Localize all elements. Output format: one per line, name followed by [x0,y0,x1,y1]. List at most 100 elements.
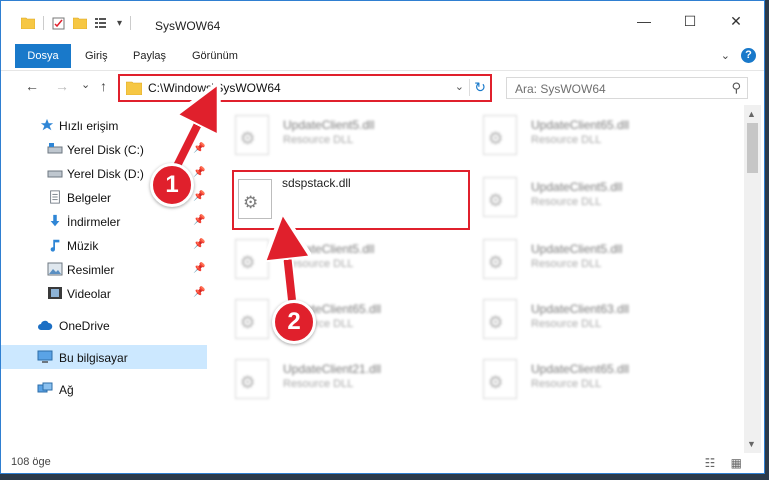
address-dropdown-icon[interactable]: ⌄ [455,80,464,93]
music-icon [50,239,60,252]
tab-view[interactable]: Görünüm [192,44,238,68]
minimize-button[interactable]: — [621,13,667,35]
file-item[interactable]: ⚙ UpdateClient65.dll Resource DLL [461,108,691,158]
gear-icon: ⚙ [488,373,504,392]
pictures-icon [47,262,63,276]
toolbar-separator [43,16,44,30]
sidebar-item-label: Belgeler [67,191,112,205]
file-type: Resource DLL [283,134,354,146]
dll-file-icon: ⚙ [235,115,269,155]
sidebar-item-music[interactable]: Müzik 📌 [1,233,207,257]
file-item[interactable]: ⚙ UpdateClient5.dll Resource DLL [461,232,691,282]
sidebar-item-label: Yerel Disk (C:) [67,143,144,157]
dll-file-icon: ⚙ [483,299,517,339]
file-item[interactable]: ⚙ UpdateClient65.dll Resource DLL [213,292,443,342]
close-button[interactable]: ✕ [713,13,759,35]
file-item[interactable]: ⚙ UpdateClient5.dll Resource DLL [213,232,443,282]
help-icon[interactable]: ? [741,48,756,63]
customize-icon[interactable] [95,17,109,29]
gear-icon: ⚙ [488,313,504,332]
scroll-down-icon[interactable]: ▼ [747,439,756,449]
file-type: Resource DLL [531,258,602,270]
gear-icon: ⚙ [488,253,504,272]
file-item-sdspstack[interactable]: ⚙ sdspstack.dll [232,170,470,230]
properties-icon[interactable] [52,17,65,30]
file-item[interactable]: ⚙ UpdateClient65.dll Resource DLL [461,352,691,402]
sidebar-item-label: Müzik [67,239,99,253]
file-item[interactable]: ⚙ UpdateClient63.dll Resource DLL [461,292,691,342]
search-input[interactable]: Ara: SysWOW64 ⚲ [506,77,748,99]
gear-icon: ⚙ [243,193,259,212]
pin-icon: 📌 [193,215,206,226]
sidebar-item-label: Yerel Disk (D:) [67,167,144,181]
download-icon [50,214,60,227]
window-title: SysWOW64 [155,19,221,33]
maximize-button[interactable]: ☐ [667,13,713,35]
tab-file[interactable]: Dosya [15,44,71,68]
sidebar-item-network[interactable]: Ağ [1,377,207,401]
dll-file-icon: ⚙ [235,299,269,339]
pin-icon: 📌 [193,167,206,178]
pin-icon: 📌 [193,263,206,274]
scroll-up-icon[interactable]: ▲ [747,109,756,119]
file-item[interactable]: ⚙ UpdateClient21.dll Resource DLL [213,352,443,402]
sidebar-item-quick-access[interactable]: Hızlı erişim [1,113,207,137]
sidebar-item-local-disk-c[interactable]: Yerel Disk (C:) 📌 [1,137,207,161]
gear-icon: ⚙ [240,253,256,272]
forward-button[interactable]: → [55,78,69,94]
item-count: 108 öge [11,456,51,468]
dll-file-icon: ⚙ [238,179,272,219]
sidebar-item-pictures[interactable]: Resimler 📌 [1,257,207,281]
sidebar-item-this-pc[interactable]: Bu bilgisayar [1,345,207,369]
tab-home[interactable]: Giriş [85,44,108,68]
file-name: UpdateClient5.dll [283,118,375,132]
address-bar[interactable]: C:\Windows\SysWOW64 ⌄ ↻ [118,74,492,102]
sidebar-item-label: Videolar [67,287,111,301]
star-icon [40,118,54,131]
refresh-icon[interactable]: ↻ [469,79,486,96]
dll-file-icon: ⚙ [483,177,517,217]
dll-file-icon: ⚙ [235,359,269,399]
recent-locations-button[interactable]: ⌄ [81,78,90,91]
address-path[interactable]: C:\Windows\SysWOW64 [148,81,281,95]
file-name: sdspstack.dll [282,176,351,190]
file-name: UpdateClient65.dll [531,362,630,376]
cloud-icon [38,320,53,330]
status-bar: 108 öge ☷ ▦ [1,453,764,473]
file-item[interactable]: ⚙ UpdateClient5.dll Resource DLL [213,108,443,158]
gear-icon: ⚙ [488,129,504,148]
step-badge-2: 2 [272,300,316,344]
dll-file-icon: ⚙ [235,239,269,279]
title-bar: ▾ SysWOW64 — ☐ ✕ [1,1,764,41]
file-name: UpdateClient21.dll [283,362,382,376]
gear-icon: ⚙ [240,313,256,332]
dll-file-icon: ⚙ [483,115,517,155]
dll-file-icon: ⚙ [483,239,517,279]
documents-icon [50,190,60,204]
file-type: Resource DLL [283,378,354,390]
toolbar-dropdown-icon[interactable]: ▾ [117,18,122,29]
folder-icon [21,17,35,29]
back-button[interactable]: ← [25,78,39,94]
search-icon[interactable]: ⚲ [731,80,741,96]
file-name: UpdateClient65.dll [531,118,630,132]
view-toggle-icons[interactable]: ☷ ▦ [705,456,748,470]
file-type: Resource DLL [531,318,602,330]
tab-share[interactable]: Paylaş [133,44,166,68]
sidebar-item-videos[interactable]: Videolar 📌 [1,281,207,305]
sidebar-item-label: Hızlı erişim [59,119,119,133]
new-folder-icon[interactable] [73,17,87,29]
vertical-scrollbar[interactable]: ▲ ▼ [744,105,761,453]
sidebar-item-label: OneDrive [59,319,110,333]
up-button[interactable]: ↑ [100,78,107,94]
file-explorer-window: ▾ SysWOW64 — ☐ ✕ Dosya Giriş Paylaş Görü… [0,0,765,474]
videos-icon [48,287,62,299]
scroll-thumb[interactable] [747,123,758,173]
sidebar-item-onedrive[interactable]: OneDrive [1,313,207,337]
sidebar-item-downloads[interactable]: İndirmeler 📌 [1,209,207,233]
drive-icon [47,143,63,154]
file-item[interactable]: ⚙ UpdateClient5.dll Resource DLL [461,170,691,220]
file-type: Resource DLL [283,258,354,270]
expand-ribbon-icon[interactable]: ⌄ [721,49,730,62]
file-name: UpdateClient63.dll [531,302,630,316]
